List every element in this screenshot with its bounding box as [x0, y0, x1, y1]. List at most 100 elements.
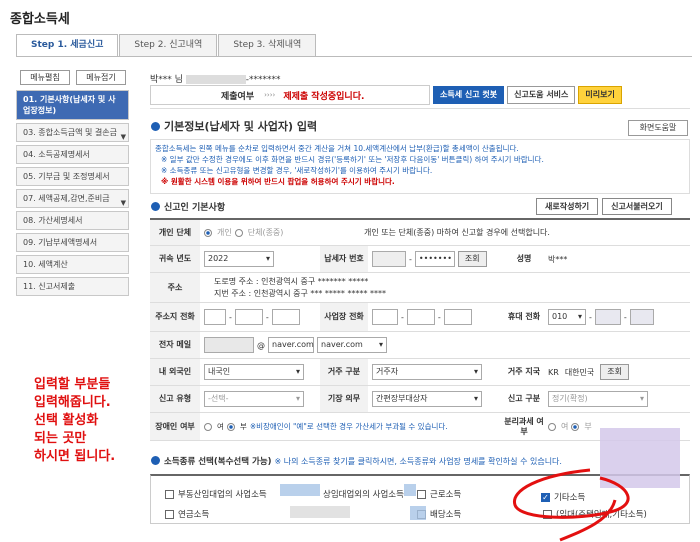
nationality-select[interactable]: 내국인 — [204, 364, 304, 380]
checkbox-label: 연금소득 — [178, 510, 210, 520]
checkbox-checked-icon[interactable]: ✓ — [541, 492, 550, 502]
checkbox-biz-other[interactable]: 상임대업외의 사업소득 — [323, 488, 404, 500]
checkbox-other-income[interactable]: ✓ 기타소득 — [541, 491, 585, 503]
taxpayer-lookup-button[interactable]: 조회 — [457, 251, 487, 267]
home-phone-3[interactable] — [271, 309, 300, 325]
user-id: -******* — [245, 75, 281, 85]
report-kind-select[interactable]: 정기(확정) — [548, 391, 648, 407]
preview-button[interactable]: 미리보기 — [578, 86, 622, 104]
reporter-form: 개인 단체 개인 단체(종중) 개인 또는 단체(종중) 마하여 신고할 경우에… — [150, 218, 690, 441]
menu-expand-button[interactable]: 메뉴펼침 — [20, 70, 70, 85]
annotation-line: 입력해줍니다. — [34, 395, 111, 410]
radio-individual[interactable] — [204, 228, 212, 237]
status-label: 제출여부 — [221, 91, 255, 102]
mobile-prefix-select[interactable]: 010 — [548, 309, 586, 325]
bookkeeping-select[interactable]: 간편장부대상자 — [372, 391, 482, 407]
bullet-icon — [151, 122, 160, 131]
sidebar-item-income[interactable]: 03. 종합소득금액 및 결손금 ▼ — [16, 123, 129, 142]
country-lookup-button[interactable]: 조회 — [600, 364, 629, 380]
radio-disabled-no[interactable] — [226, 422, 235, 431]
submission-status: 제출여부 ›››› 제제출 작성중입니다. — [150, 85, 430, 105]
mobile-phone-3[interactable] — [629, 309, 654, 325]
at-sign: @ — [257, 340, 265, 350]
taxpayer-no-front[interactable] — [372, 251, 406, 267]
label-bookkeeping: 기장 의무 — [320, 386, 368, 412]
jibun-address-label: 지번 주소 : — [214, 289, 252, 298]
sidebar-item-label: 07. 세액공제,감면,준비금 — [23, 194, 110, 203]
road-address: 도로명 주소 : 인천광역시 중구 ******* ***** — [214, 276, 368, 287]
sidebar-item-donation[interactable]: 05. 기부금 및 조정명세서 — [16, 167, 129, 186]
email-domain-input[interactable]: naver.com — [268, 337, 314, 353]
annotation-line: 되는 곳만 — [34, 431, 87, 446]
road-address-value: 인천광역시 중구 ******* ***** — [261, 277, 369, 286]
checkbox[interactable] — [417, 489, 426, 499]
checkbox-label: 배당소득 — [430, 510, 462, 520]
section-title-text: 기본정보(납세자 및 사업자) 입력 — [164, 120, 318, 133]
checkbox-labor[interactable]: 근로소득 — [417, 488, 461, 500]
hint-text: 개인 또는 단체(종중) 마하여 신고할 경우에 선택합니다. — [364, 228, 550, 237]
biz-phone-1[interactable] — [372, 309, 398, 325]
checkbox-realestate[interactable]: 부동산임대업의 사업소득 — [165, 488, 267, 500]
email-domain-select[interactable]: naver.com — [317, 337, 387, 353]
checkbox-pension[interactable]: 연금소득 — [165, 508, 209, 520]
annotation-line: 하시면 됩니다. — [34, 449, 116, 464]
biz-phone-3[interactable] — [443, 309, 472, 325]
notice-line: 종합소득세는 왼쪽 메뉴를 순차로 입력하면서 중간 계산을 거쳐 10.세액계… — [155, 144, 519, 153]
radio-disabled-yes[interactable] — [204, 422, 212, 431]
chatbot-button[interactable]: 소득세 신고 컷봇 — [433, 86, 505, 104]
label-taxpayer-no: 납세자 번호 — [320, 246, 368, 272]
mobile-phone-2[interactable] — [594, 309, 621, 325]
help-service-button[interactable]: 신고도움 서비스 — [507, 86, 576, 104]
sidebar-item-penalty[interactable]: 08. 가산세명세서 — [16, 211, 129, 230]
radio-separate-no[interactable] — [571, 422, 580, 431]
load-return-button[interactable]: 신고서불러오기 — [602, 198, 672, 215]
menu-collapse-button[interactable]: 메뉴접기 — [76, 70, 126, 85]
year-select[interactable]: 2022 — [204, 251, 274, 267]
label-biz-phone: 사업장 전화 — [320, 303, 368, 331]
email-id-input[interactable] — [204, 337, 254, 353]
report-type-select[interactable]: -선택- — [204, 391, 304, 407]
radio-group[interactable] — [234, 228, 243, 237]
sidebar-item-basic-info[interactable]: 01. 기본사항(납세자 및 사업장정보) — [16, 90, 129, 120]
sidebar-item-prepaid[interactable]: 09. 기납부세액명세서 — [16, 233, 129, 252]
sidebar-item-tax-calc[interactable]: 10. 세액계산 — [16, 255, 129, 274]
radio-separate-yes[interactable] — [548, 422, 556, 431]
divider — [150, 108, 690, 109]
label-residence: 거주 구분 — [320, 359, 368, 385]
tab-step1[interactable]: Step 1. 세금신고 — [16, 34, 119, 57]
sidebar-item-tax-credit[interactable]: 07. 세액공제,감면,준비금 ▼ — [16, 189, 129, 208]
checkbox[interactable] — [165, 509, 174, 519]
notice-line: ※ 일부 값만 수정한 경우에도 이후 화면을 반드시 경유('등록하기' 또는… — [161, 155, 544, 164]
sidebar-item-deduction[interactable]: 04. 소득공제명세서 — [16, 145, 129, 164]
status-value: 제제출 작성중입니다. — [283, 91, 365, 102]
residence-select[interactable]: 거주자 — [372, 364, 482, 380]
checkbox[interactable] — [543, 509, 552, 519]
screen-help-button[interactable]: 화면도움말 — [628, 120, 688, 136]
section-title-text: 신고인 기본사항 — [164, 203, 226, 213]
checkbox-label: 상임대업외의 사업소득 — [323, 490, 404, 500]
home-phone-2[interactable] — [234, 309, 263, 325]
tab-step2[interactable]: Step 2. 신고내역 — [119, 34, 218, 56]
checkbox[interactable] — [165, 489, 174, 499]
taxpayer-no-back[interactable]: ••••••• — [414, 251, 455, 267]
form-row: 개인 단체 개인 단체(종중) 개인 또는 단체(종중) 마하여 신고할 경우에… — [150, 220, 690, 246]
sidebar-item-submit[interactable]: 11. 신고서제출 — [16, 277, 129, 296]
bullet-icon — [151, 456, 160, 465]
biz-phone-2[interactable] — [406, 309, 435, 325]
radio-label: 부 — [584, 422, 592, 431]
jibun-address: 지번 주소 : 인천광역시 중구 *** ***** ***** **** — [214, 288, 386, 299]
radio-label: 부 — [239, 422, 247, 431]
form-row: 전자 메일 @ naver.com naver.com — [150, 332, 690, 359]
home-phone-1[interactable] — [204, 309, 226, 325]
radio-label: 개인 — [217, 228, 232, 237]
redacted-area — [290, 506, 350, 518]
find-income-hint[interactable]: ※ 나의 소득종류 찾기를 클릭하시면, 소득종류와 사업장 명세를 확인하실 … — [275, 457, 562, 466]
section-reporter-title: 신고인 기본사항 — [151, 200, 225, 213]
checkbox-other-lease[interactable]: (임대(주택임대,기타소득) — [543, 508, 647, 520]
radio-label: 여 — [561, 422, 569, 431]
annotation-line: 선택 활성화 — [34, 413, 99, 428]
tab-step3[interactable]: Step 3. 삭제내역 — [218, 34, 317, 56]
radio-group-type: 개인 단체(종중) — [200, 225, 360, 240]
label-separate-tax: 분리과세 여부 — [504, 413, 544, 440]
new-write-button[interactable]: 새로작성하기 — [536, 198, 599, 215]
